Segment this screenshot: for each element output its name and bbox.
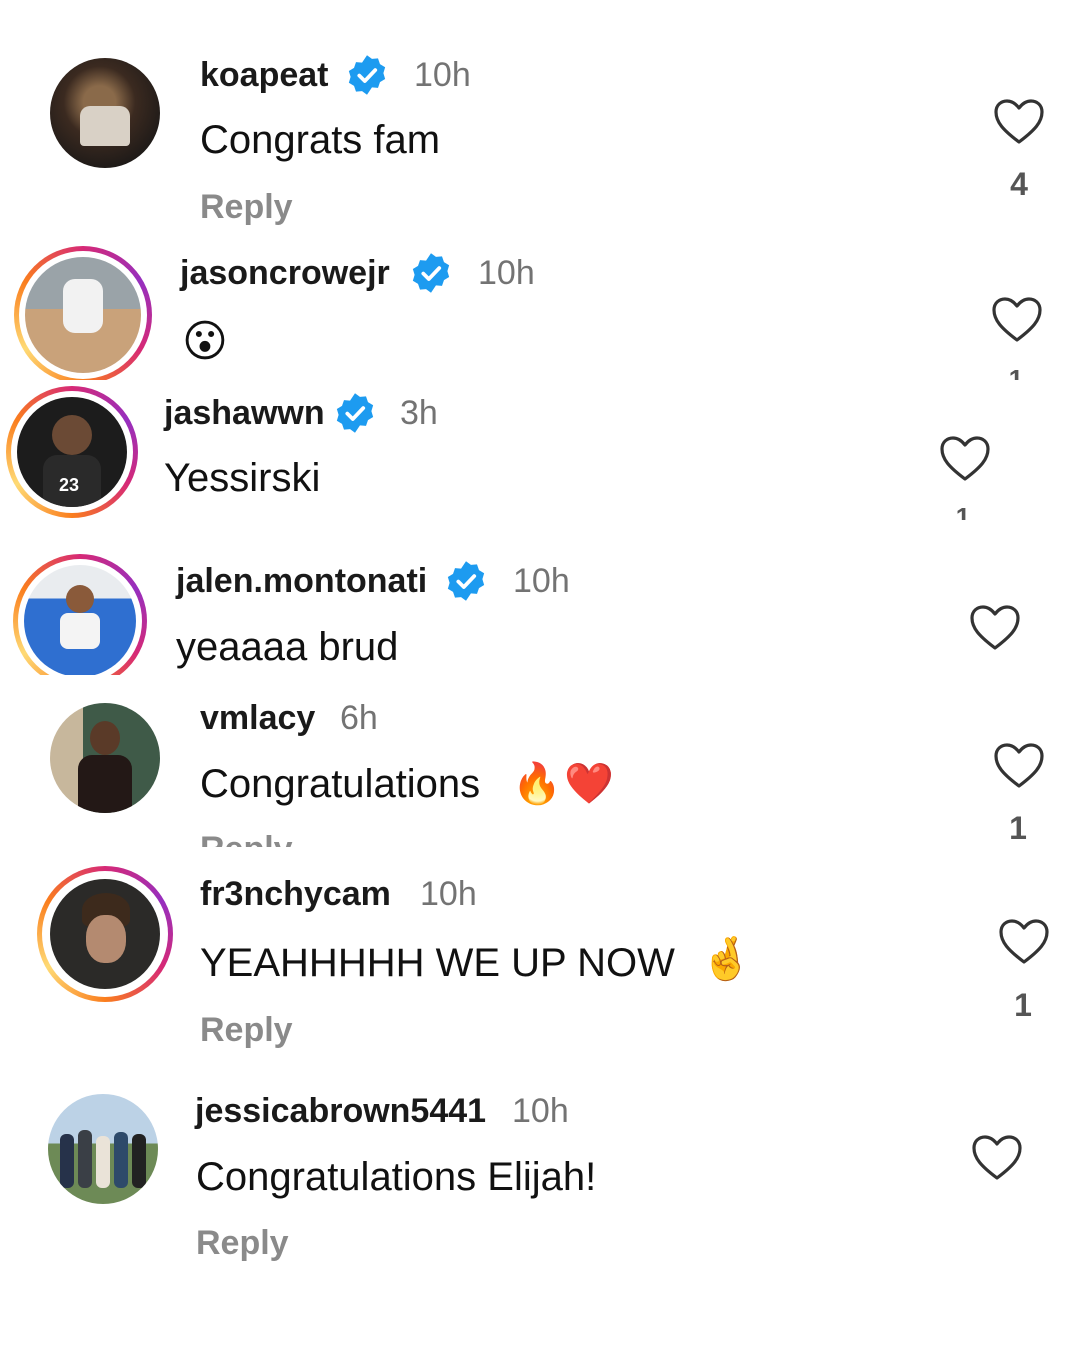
fire-emoji: 🔥 (512, 762, 562, 806)
comment-username[interactable]: jasoncrowejr (180, 254, 390, 293)
comment-text: Congrats fam (200, 118, 441, 162)
like-count: 1 (1009, 810, 1027, 846)
heart-outline-icon[interactable] (969, 604, 1021, 652)
heart-outline-icon[interactable] (993, 742, 1045, 790)
comment-username[interactable]: koapeat (200, 56, 329, 95)
red-heart-emoji: ❤️ (564, 762, 614, 806)
avatar (50, 879, 160, 989)
reply-button[interactable]: Reply (200, 1011, 293, 1050)
comment-time: 10h (512, 1092, 569, 1130)
comment-time: 3h (400, 394, 438, 432)
comment-time: 10h (513, 562, 570, 600)
heart-outline-icon[interactable] (939, 435, 991, 483)
comment-text: YEAHHHHH WE UP NOW (200, 941, 675, 985)
verified-badge-icon (447, 561, 485, 601)
avatar[interactable] (48, 1094, 158, 1204)
comment-username[interactable]: fr3nchycam (200, 875, 391, 914)
story-ring[interactable] (37, 866, 173, 1002)
comment-item: vmlacy 6h Congratulations 🔥 ❤️ Reply 1 (0, 690, 1080, 847)
avatar[interactable] (50, 58, 160, 168)
comment-text: 😮 (182, 317, 228, 366)
heart-outline-icon[interactable] (998, 918, 1050, 966)
comment-item: koapeat 10h Congrats fam Reply 4 (0, 0, 1080, 240)
comment-item: 23 jashawwn 3h Yessirski 1 (0, 380, 1080, 520)
verified-badge-icon (412, 253, 450, 293)
avatar (24, 565, 136, 675)
reply-button[interactable]: Reply (196, 1224, 289, 1263)
comment-item: jessicabrown5441 10h Congratulations Eli… (0, 1080, 1080, 1280)
heart-outline-icon[interactable] (993, 98, 1045, 146)
comment-time: 10h (478, 254, 535, 292)
like-count: 1 (1008, 364, 1024, 380)
reply-button[interactable]: Reply (200, 830, 293, 847)
story-ring[interactable] (13, 554, 147, 675)
comment-item: jasoncrowejr 10h 😮 1 (0, 240, 1080, 380)
comment-username[interactable]: vmlacy (200, 699, 315, 738)
comment-username[interactable]: jessicabrown5441 (195, 1092, 486, 1131)
comment-text: yeaaaa brud (176, 625, 399, 669)
comment-time: 6h (340, 699, 378, 737)
comment-text: Congratulations (200, 762, 481, 806)
comment-time: 10h (414, 56, 471, 94)
story-ring[interactable]: 23 (6, 386, 138, 518)
comment-text: Congratulations Elijah! (196, 1155, 597, 1199)
crossed-fingers-emoji: 🤞 (700, 935, 753, 982)
like-count: 1 (955, 502, 971, 520)
comment-username[interactable]: jalen.montonati (176, 562, 427, 601)
story-ring[interactable] (14, 246, 152, 380)
verified-badge-icon (348, 55, 386, 95)
avatar[interactable] (50, 703, 160, 813)
reply-button[interactable]: Reply (200, 188, 293, 227)
avatar (25, 257, 141, 373)
comment-item: jalen.montonati 10h yeaaaa brud (0, 545, 1080, 675)
like-count: 4 (1010, 166, 1028, 202)
comment-item: fr3nchycam 10h YEAHHHHH WE UP NOW 🤞 Repl… (0, 855, 1080, 1065)
avatar: 23 (17, 397, 127, 507)
comment-username[interactable]: jashawwn (164, 394, 325, 433)
like-count: 1 (1014, 987, 1032, 1023)
heart-outline-icon[interactable] (991, 296, 1043, 344)
heart-outline-icon[interactable] (971, 1134, 1023, 1182)
comment-time: 10h (420, 875, 477, 913)
verified-badge-icon (336, 393, 374, 433)
comment-text: Yessirski (164, 456, 321, 500)
